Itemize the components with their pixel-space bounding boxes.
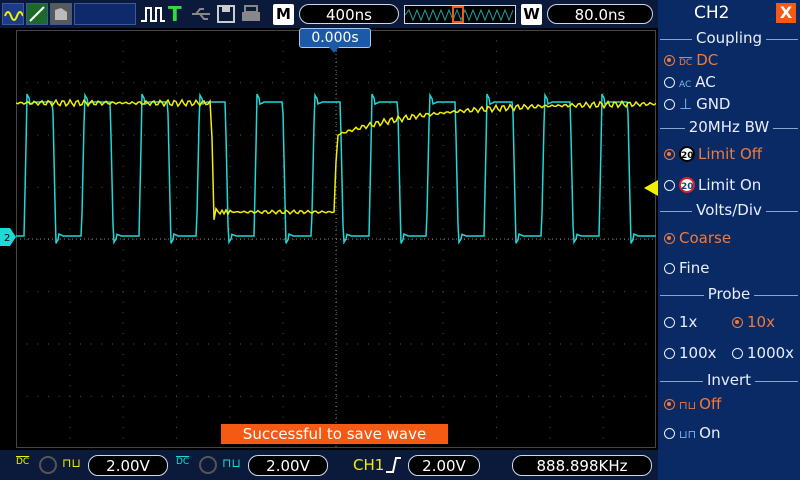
print-icon[interactable] — [240, 4, 262, 24]
save-icon[interactable] — [216, 4, 236, 24]
ac-icon: AC — [679, 80, 692, 90]
ch1-invert-icon: ⊓⊔ — [62, 456, 81, 470]
ch1-coupling: DC — [16, 457, 30, 467]
trigger-icon[interactable] — [140, 5, 166, 25]
ch1-volts[interactable]: 2.00V — [88, 455, 168, 476]
ch2-bw-icon — [199, 456, 217, 474]
radio-icon — [664, 149, 675, 160]
frequency-readout: 888.898KHz — [512, 455, 652, 476]
radio-icon — [664, 348, 675, 359]
radio-icon — [664, 233, 675, 244]
trigger-source: CH1 — [353, 456, 385, 474]
ch1-bw-icon — [39, 456, 57, 474]
invert-off-icon: ⊓⊔ — [679, 399, 697, 412]
radio-icon — [664, 180, 675, 191]
volts-coarse-option[interactable]: Coarse — [664, 229, 731, 247]
radio-icon — [664, 317, 675, 328]
volts-fine-option[interactable]: Fine — [664, 259, 709, 277]
radio-icon — [664, 77, 675, 88]
radio-icon — [664, 263, 675, 274]
ch-display-icon[interactable] — [2, 3, 24, 25]
rising-edge-icon — [386, 457, 401, 473]
radio-icon — [664, 55, 675, 66]
window-value[interactable]: 80.0ns — [547, 4, 653, 24]
trigger-position-marker — [327, 45, 341, 53]
probe-title: Probe — [658, 285, 800, 303]
probe-1000x-option[interactable]: 1000x — [732, 344, 794, 362]
invert-off-option[interactable]: ⊓⊔ Off — [664, 395, 721, 415]
usb-icon — [192, 8, 210, 20]
ch2-ground-marker[interactable]: 2 — [0, 228, 16, 246]
coupling-title: Coupling — [658, 29, 800, 47]
status-message: Successful to save wave — [221, 424, 448, 444]
ch2-invert-icon: ⊓⊔ — [222, 456, 241, 470]
channel-menu: CH2 X Coupling DC DC AC AC ⊥ GND 20MHz BW 2… — [658, 0, 800, 480]
invert-on-option[interactable]: ⊔⊓ On — [664, 424, 721, 444]
bw-on-icon: 20 — [679, 177, 695, 193]
radio-icon — [732, 317, 743, 328]
window-tag: W — [521, 4, 542, 25]
bw-limit-off-option[interactable]: 20 Limit Off — [664, 145, 762, 163]
timebase-value[interactable]: 400ns — [299, 4, 399, 24]
bw-title: 20MHz BW — [658, 118, 800, 136]
menu-header: CH2 X — [658, 0, 800, 28]
ch2-coupling: DC — [176, 457, 190, 467]
run-icon[interactable] — [74, 3, 136, 25]
cursor-icon[interactable] — [26, 3, 48, 25]
dc-icon: DC — [679, 58, 693, 68]
probe-10x-option[interactable]: 10x — [732, 313, 775, 331]
radio-icon — [664, 99, 675, 110]
svg-text:2: 2 — [4, 233, 10, 244]
radio-icon — [664, 428, 675, 439]
radio-icon — [664, 399, 675, 410]
mode-tag: M — [273, 4, 294, 25]
measure-icon[interactable] — [50, 3, 72, 25]
invert-title: Invert — [658, 371, 800, 389]
trigger-mark: T — [168, 2, 182, 26]
coupling-dc-option[interactable]: DC DC — [664, 51, 718, 72]
bw-limit-on-option[interactable]: 20 Limit On — [664, 176, 761, 194]
bw-off-icon: 20 — [679, 146, 695, 162]
trigger-level[interactable]: 2.00V — [408, 455, 480, 476]
volts-title: Volts/Div — [658, 201, 800, 219]
probe-1x-option[interactable]: 1x — [664, 313, 697, 331]
waveforms — [16, 92, 656, 245]
coupling-ac-option[interactable]: AC AC — [664, 73, 716, 94]
probe-100x-option[interactable]: 100x — [664, 344, 717, 362]
invert-on-icon: ⊔⊓ — [679, 428, 697, 441]
waveform-screen[interactable] — [16, 30, 656, 448]
radio-icon — [732, 348, 743, 359]
coupling-gnd-option[interactable]: ⊥ GND — [664, 95, 730, 113]
gnd-icon: ⊥ — [679, 95, 693, 113]
menu-title: CH2 — [694, 3, 730, 23]
top-toolbar: T M 400ns W 80.0ns — [0, 0, 658, 28]
ch2-volts[interactable]: 2.00V — [248, 455, 328, 476]
window-overview[interactable] — [404, 5, 516, 24]
close-button[interactable]: X — [776, 3, 796, 23]
trigger-level-marker[interactable] — [642, 180, 658, 196]
